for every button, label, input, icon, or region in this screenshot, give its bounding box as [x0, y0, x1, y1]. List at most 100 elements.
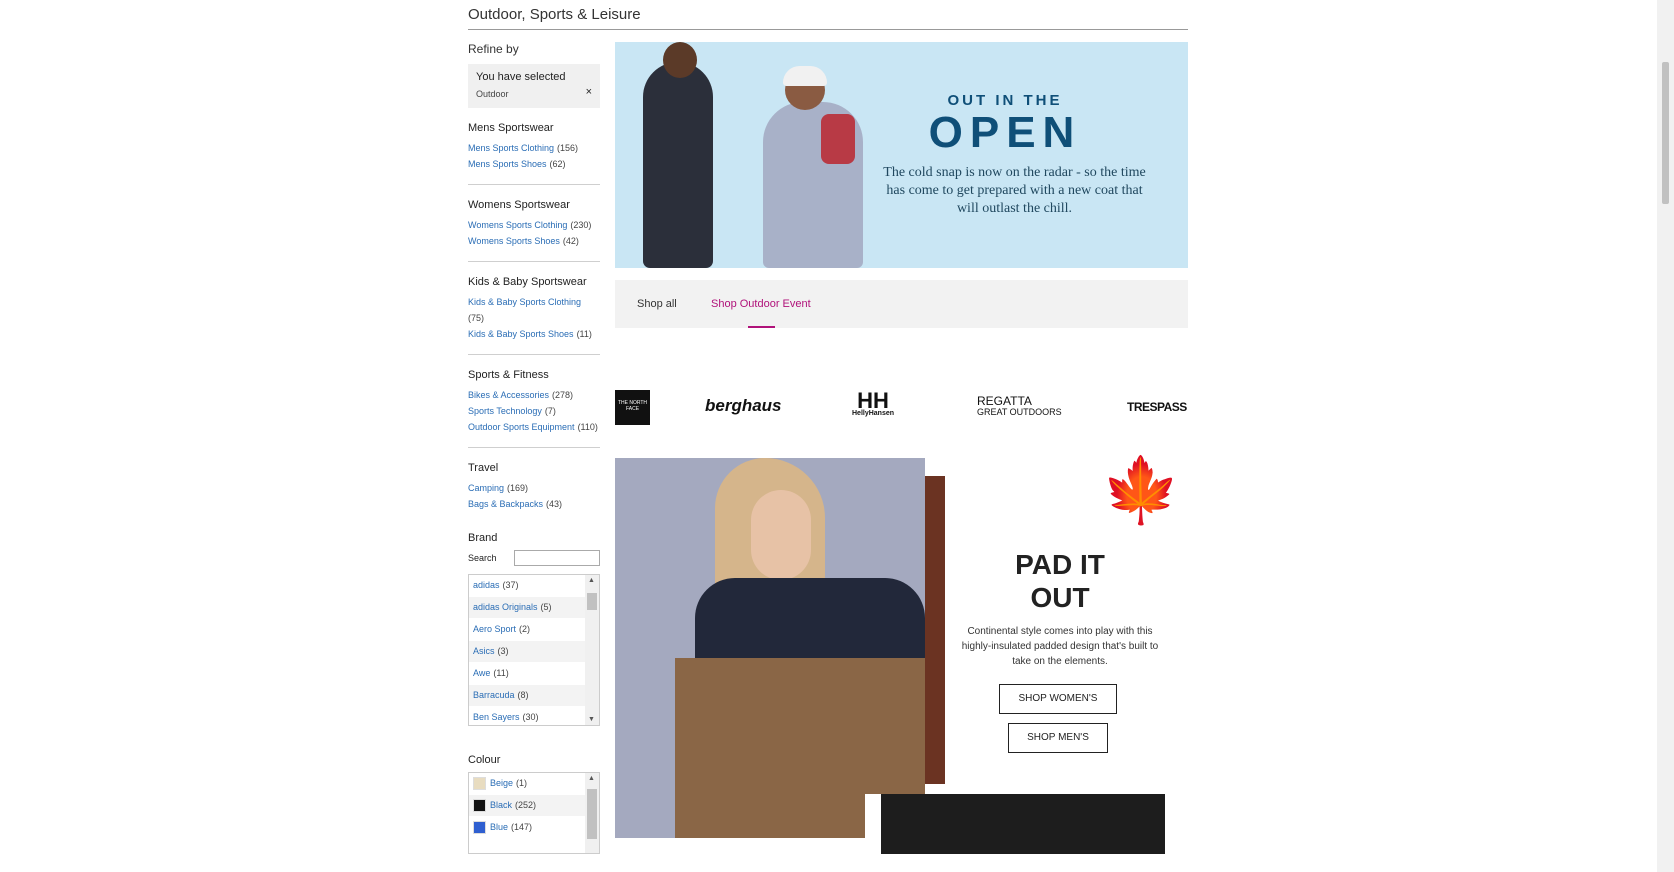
- colour-link[interactable]: Black: [490, 800, 512, 810]
- facet-link[interactable]: Mens Sports Shoes: [468, 159, 547, 169]
- brand-search: Search: [468, 550, 600, 566]
- facet-count: (169): [507, 483, 529, 493]
- brand-item[interactable]: Ben Sayers (30): [469, 707, 599, 725]
- promo-headline-line: OUT: [1030, 582, 1090, 613]
- promo-model-image: [695, 578, 925, 668]
- facet-link[interactable]: Sports Technology: [468, 406, 542, 416]
- colour-item[interactable]: Blue (147): [469, 817, 599, 839]
- brand-item[interactable]: Aero Sport (2): [469, 619, 599, 641]
- tab-shop-all[interactable]: Shop all: [637, 298, 677, 310]
- facet-count: (156): [557, 143, 579, 153]
- berghaus-logo-text: berghaus: [705, 396, 782, 415]
- brand-link[interactable]: Ben Sayers: [473, 712, 520, 722]
- helly-hansen-logo[interactable]: HH HellyHansen: [852, 390, 895, 418]
- hero-model-image: [643, 62, 713, 268]
- next-promo-image[interactable]: [881, 794, 1165, 854]
- facet-heading: Brand: [468, 532, 498, 544]
- brand-count: (3): [497, 646, 509, 656]
- promo-model-image: [751, 490, 811, 580]
- brand-item[interactable]: Asics (3): [469, 641, 599, 663]
- trespass-logo[interactable]: TRESPASS: [1127, 400, 1187, 414]
- hh-logo-subtext: HellyHansen: [852, 410, 895, 417]
- tab-shop-outdoor-event[interactable]: Shop Outdoor Event: [711, 298, 811, 310]
- brand-count: (5): [540, 602, 552, 612]
- facet-link[interactable]: Camping: [468, 483, 504, 493]
- brand-count: (8): [517, 690, 529, 700]
- brand-link[interactable]: adidas Originals: [473, 602, 538, 612]
- brand-link[interactable]: Barracuda: [473, 690, 515, 700]
- facet-count: (230): [570, 220, 592, 230]
- next-promo: [865, 794, 1181, 854]
- facet-womens-sportswear: Womens Sportswear Womens Sports Clothing…: [468, 185, 600, 262]
- facet-link[interactable]: Bags & Backpacks: [468, 499, 543, 509]
- hero-model-image: [821, 114, 855, 164]
- shop-mens-button[interactable]: SHOP MEN'S: [1008, 723, 1108, 753]
- facet-count: (75): [468, 313, 485, 323]
- brand-item[interactable]: Barracuda (8): [469, 685, 599, 707]
- shop-womens-button[interactable]: SHOP WOMEN'S: [999, 684, 1117, 714]
- promo-headline-line: PAD IT: [1015, 549, 1105, 580]
- facet-colour: Colour Beige (1) Black (252) Blue (147) ▲: [468, 738, 600, 866]
- facet-mens-sportswear: Mens Sportswear Mens Sports Clothing (156…: [468, 108, 600, 185]
- facet-count: (42): [562, 236, 579, 246]
- colour-list: Beige (1) Black (252) Blue (147) ▲: [468, 772, 600, 854]
- facet-kids-sportswear: Kids & Baby Sportswear Kids & Baby Sport…: [468, 262, 600, 355]
- facet-count: (43): [546, 499, 563, 509]
- brand-link[interactable]: Aero Sport: [473, 624, 516, 634]
- facet-link[interactable]: Womens Sports Shoes: [468, 236, 560, 246]
- regatta-logo-text: REGATTA: [977, 394, 1032, 408]
- facet-link[interactable]: Kids & Baby Sports Clothing: [468, 297, 581, 307]
- facet-link[interactable]: Womens Sports Clothing: [468, 220, 567, 230]
- regatta-logo[interactable]: REGATTA GREAT OUTDOORS: [977, 394, 1062, 418]
- facet-link[interactable]: Kids & Baby Sports Shoes: [468, 329, 574, 339]
- facet-heading: Travel: [468, 462, 499, 474]
- brand-count: (30): [522, 712, 539, 722]
- pad-it-out-promo: 🍁 PAD IT OUT Continental style comes int…: [615, 458, 1188, 854]
- hero-model-image: [783, 66, 827, 86]
- colour-item[interactable]: Black (252): [469, 795, 599, 817]
- page-scrollbar[interactable]: [1657, 0, 1674, 872]
- page-scroll-thumb[interactable]: [1662, 62, 1669, 204]
- facet-link[interactable]: Bikes & Accessories: [468, 390, 549, 400]
- colour-item[interactable]: Beige (1): [469, 773, 599, 795]
- scroll-down-icon[interactable]: ▼: [588, 716, 595, 723]
- facet-heading: Womens Sportswear: [468, 199, 570, 211]
- hero-kicker: OUT IN THE: [947, 92, 1063, 109]
- scroll-up-icon[interactable]: ▲: [588, 577, 595, 584]
- brand-link[interactable]: Asics: [473, 646, 495, 656]
- selected-filter-value: Outdoor: [476, 89, 509, 99]
- brand-link[interactable]: Awe: [473, 668, 490, 678]
- colour-list-scrollbar[interactable]: ▲: [585, 773, 599, 853]
- colour-link[interactable]: Beige: [490, 778, 513, 788]
- brand-list: adidas (37) adidas Originals (5) Aero Spor…: [468, 574, 600, 726]
- colour-swatch: [473, 799, 486, 813]
- brand-logo-strip: THE NORTH FACE berghaus HH HellyHansen RE…: [615, 328, 1188, 458]
- brand-search-input[interactable]: [514, 550, 600, 566]
- hero-model-image: [663, 42, 697, 78]
- colour-swatch: [473, 821, 486, 835]
- colour-count: (1): [516, 778, 528, 788]
- brand-list-scrollbar[interactable]: ▲ ▼: [585, 575, 599, 725]
- remove-filter-button[interactable]: ×: [586, 86, 592, 98]
- brand-item[interactable]: adidas (37): [469, 575, 599, 597]
- colour-link[interactable]: Blue: [490, 822, 508, 832]
- facet-count: (62): [549, 159, 566, 169]
- facet-link[interactable]: Outdoor Sports Equipment: [468, 422, 575, 432]
- main-content: OUT IN THE OPEN The cold snap is now on …: [615, 42, 1188, 854]
- scroll-up-icon[interactable]: ▲: [588, 775, 595, 782]
- scroll-thumb[interactable]: [587, 789, 597, 839]
- refine-heading: Refine by: [468, 42, 519, 56]
- hero-banner[interactable]: OUT IN THE OPEN The cold snap is now on …: [615, 42, 1188, 268]
- berghaus-logo[interactable]: berghaus: [705, 396, 782, 416]
- refine-sidebar: Refine by You have selected Outdoor × Me…: [468, 40, 600, 866]
- colour-count: (252): [515, 800, 537, 810]
- brand-item[interactable]: adidas Originals (5): [469, 597, 599, 619]
- colour-count: (147): [511, 822, 533, 832]
- brand-item[interactable]: Awe (11): [469, 663, 599, 685]
- the-north-face-logo[interactable]: THE NORTH FACE: [615, 390, 650, 425]
- brand-count: (37): [502, 580, 519, 590]
- colour-swatch: [473, 777, 486, 791]
- scroll-thumb[interactable]: [587, 593, 597, 610]
- facet-link[interactable]: Mens Sports Clothing: [468, 143, 554, 153]
- brand-link[interactable]: adidas: [473, 580, 500, 590]
